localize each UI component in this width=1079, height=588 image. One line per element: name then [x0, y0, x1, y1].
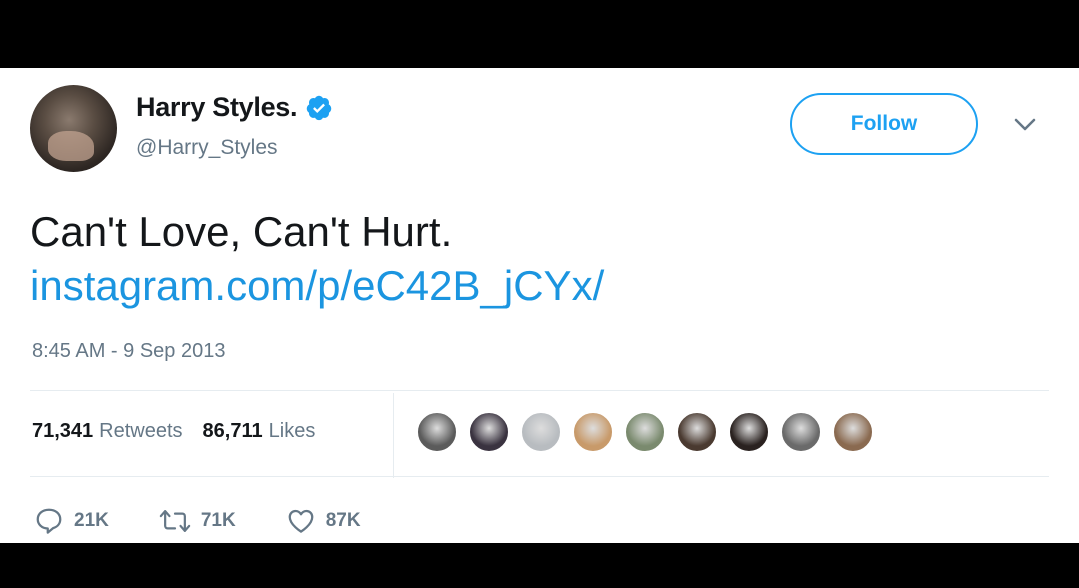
liker-avatar[interactable] [468, 411, 510, 453]
verified-badge-icon [306, 95, 332, 120]
retweets-count: 71,341 [32, 420, 94, 442]
liker-avatars [416, 411, 884, 453]
retweet-icon [159, 510, 191, 532]
likes-count: 86,711 [202, 420, 263, 442]
liker-avatar[interactable] [676, 411, 718, 453]
liker-avatar[interactable] [572, 411, 614, 453]
engagement-stats: 71,341 Retweets 86,711 Likes [32, 420, 315, 443]
tweet-actions: 21K 71K 87K [34, 506, 411, 536]
liker-avatar[interactable] [624, 411, 666, 453]
likes-label: Likes [268, 420, 316, 442]
stats-divider [393, 393, 394, 478]
retweets-label: Retweets [99, 420, 183, 442]
follow-button[interactable]: Follow [790, 93, 978, 155]
chevron-down-icon[interactable] [1013, 117, 1037, 133]
liker-avatar[interactable] [780, 411, 822, 453]
author-name[interactable]: Harry Styles. [136, 92, 298, 123]
divider [30, 476, 1049, 477]
likes-stat[interactable]: 86,711 Likes [203, 420, 316, 443]
liker-avatar[interactable] [832, 411, 874, 453]
reply-count: 21K [74, 510, 109, 531]
tweet-link[interactable]: instagram.com/p/eC42B_jCYx/ [30, 260, 604, 312]
heart-icon [288, 509, 314, 533]
liker-avatar[interactable] [416, 411, 458, 453]
like-count: 87K [325, 510, 361, 531]
author-handle[interactable]: @Harry_Styles [136, 136, 278, 160]
author-name-row: Harry Styles. [136, 92, 333, 123]
liker-avatar[interactable] [520, 411, 562, 453]
like-button[interactable]: 87K [286, 506, 361, 536]
tweet-timestamp[interactable]: 8:45 AM - 9 Sep 2013 [32, 340, 225, 363]
liker-avatar[interactable] [728, 411, 770, 453]
tweet-text: Can't Love, Can't Hurt. [30, 208, 453, 255]
author-avatar[interactable] [30, 85, 117, 172]
tweet-card: Harry Styles. @Harry_Styles Follow Can't… [0, 68, 1079, 543]
retweet-button[interactable]: 71K [159, 506, 236, 536]
reply-icon [36, 508, 62, 534]
reply-button[interactable]: 21K [34, 506, 109, 536]
retweet-count: 71K [200, 510, 236, 531]
divider [30, 390, 1049, 391]
retweets-stat[interactable]: 71,341 Retweets [32, 420, 183, 443]
